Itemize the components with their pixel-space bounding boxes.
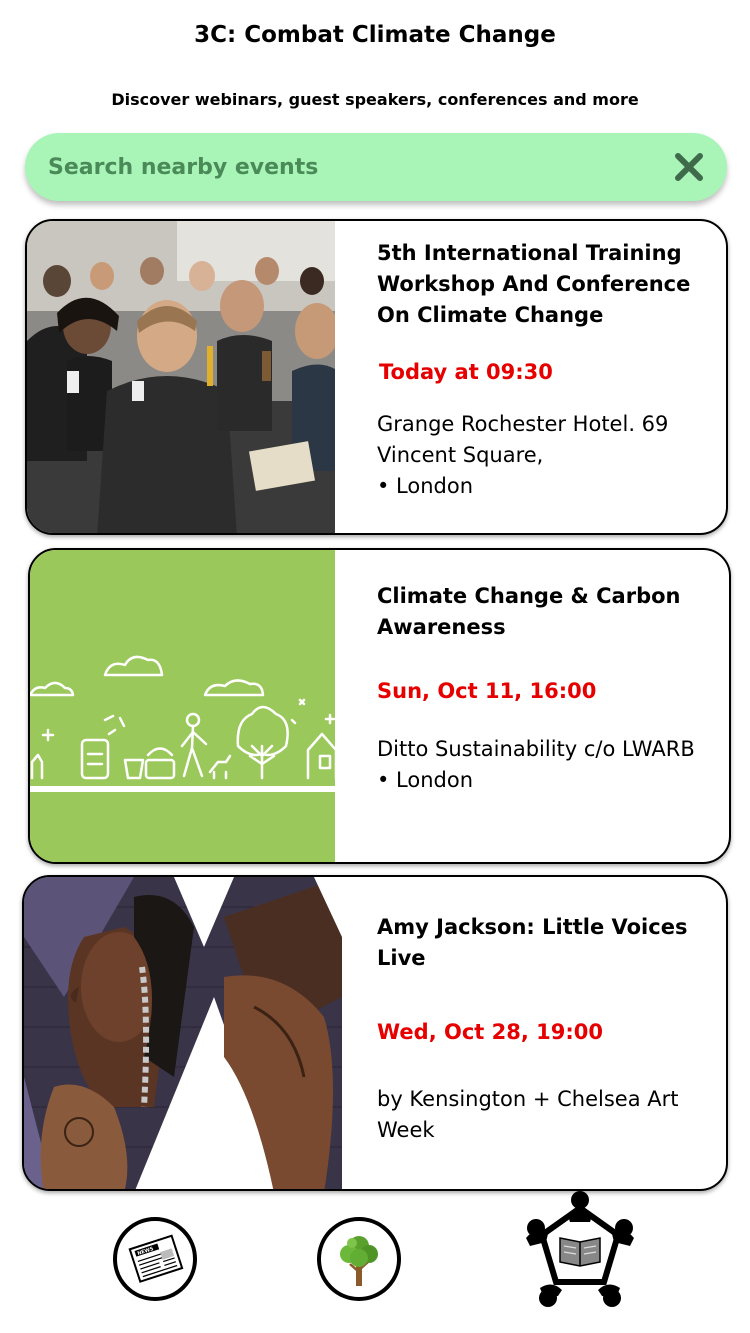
event-time: Wed, Oct 28, 19:00 xyxy=(377,1020,603,1044)
page-title: 3C: Combat Climate Change xyxy=(194,22,556,48)
event-time: Sun, Oct 11, 16:00 xyxy=(377,679,597,703)
close-icon[interactable] xyxy=(671,149,707,185)
event-title: Climate Change & Carbon Awareness xyxy=(377,584,681,639)
event-location: Ditto Sustainability c/o LWARB • London xyxy=(377,734,711,796)
event-time: Today at 09:30 xyxy=(379,360,553,384)
event-details: 5th International Training Workshop And … xyxy=(377,221,708,502)
event-venue: by Kensington + Chelsea Art Week xyxy=(377,1087,679,1142)
sustainable-city-illustration xyxy=(30,550,335,862)
newspaper-icon[interactable]: NEWS xyxy=(112,1216,198,1302)
tree-icon[interactable] xyxy=(316,1216,402,1302)
event-city: • London xyxy=(377,768,474,792)
event-image xyxy=(27,221,335,533)
event-location: by Kensington + Chelsea Art Week xyxy=(377,1084,708,1146)
street-art-mural xyxy=(24,877,342,1189)
event-image xyxy=(30,550,335,862)
event-city: • London xyxy=(377,474,474,498)
event-details: Amy Jackson: Little Voices Live Wed, Oct… xyxy=(377,877,708,1146)
event-title: 5th International Training Workshop And … xyxy=(377,241,691,327)
event-card[interactable]: Amy Jackson: Little Voices Live Wed, Oct… xyxy=(22,875,728,1191)
event-venue: Ditto Sustainability c/o LWARB xyxy=(377,737,695,761)
event-image xyxy=(24,877,342,1189)
event-title: Amy Jackson: Little Voices Live xyxy=(377,915,688,970)
search-bar xyxy=(25,133,727,201)
event-location: Grange Rochester Hotel. 69 Vincent Squar… xyxy=(377,409,708,502)
page-subtitle: Discover webinars, guest speakers, confe… xyxy=(111,90,639,109)
event-card[interactable]: 5th International Training Workshop And … xyxy=(25,219,728,535)
event-venue: Grange Rochester Hotel. 69 Vincent Squar… xyxy=(377,412,669,467)
conference-audience-photo xyxy=(27,221,335,533)
search-input[interactable] xyxy=(48,133,671,201)
event-card[interactable]: Climate Change & Carbon Awareness Sun, O… xyxy=(28,548,731,864)
event-details: Climate Change & Carbon Awareness Sun, O… xyxy=(377,550,711,796)
bottom-nav: NEWS xyxy=(0,1190,750,1333)
community-reading-icon[interactable] xyxy=(520,1190,640,1310)
